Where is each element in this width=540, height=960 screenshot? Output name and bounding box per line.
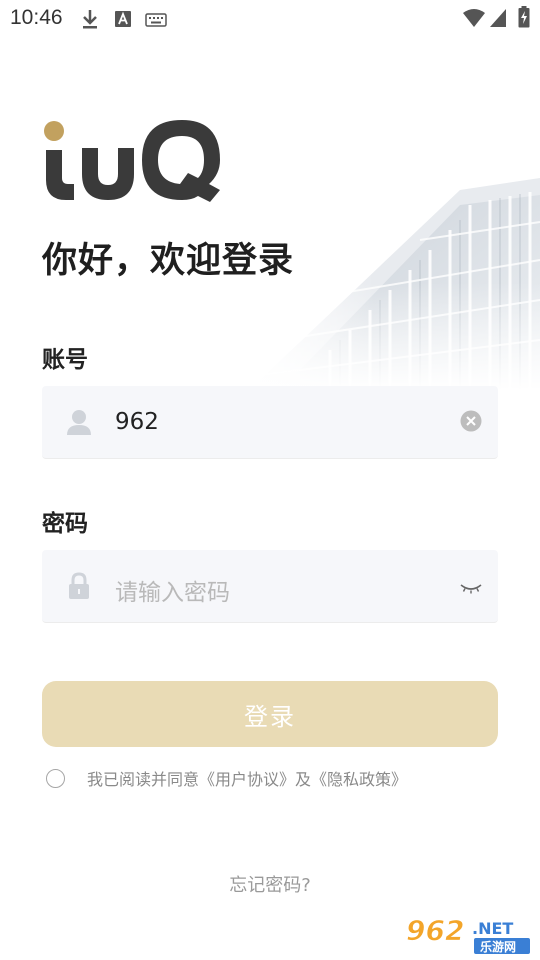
agreement-checkbox[interactable]	[46, 768, 65, 788]
password-input[interactable]: 请输入密码	[115, 573, 230, 607]
site-watermark: 962 .NET 乐游网	[402, 910, 532, 956]
login-button[interactable]: 登录	[42, 681, 498, 747]
agreement-row: 我已阅读并同意《用户协议》及《隐私政策》	[46, 767, 407, 789]
app-logo	[42, 118, 222, 204]
signal-icon	[489, 8, 507, 32]
download-icon	[80, 8, 100, 34]
status-bar: 10:46	[0, 0, 540, 36]
privacy-policy-link[interactable]: 《隐私政策》	[311, 770, 407, 789]
wifi-icon	[462, 8, 486, 32]
agreement-text: 我已阅读并同意《用户协议》及《隐私政策》	[87, 766, 407, 790]
account-label: 账号	[42, 347, 88, 373]
agreement-and: 及	[295, 770, 312, 789]
forgot-password-link[interactable]: 忘记密码?	[0, 871, 540, 897]
lock-icon	[66, 572, 92, 600]
account-field[interactable]: 962	[42, 386, 498, 459]
password-field[interactable]: 请输入密码	[42, 550, 498, 623]
svg-text:962: 962	[406, 914, 464, 947]
eye-closed-icon[interactable]	[460, 580, 482, 599]
svg-text:乐游网: 乐游网	[480, 939, 516, 954]
account-input[interactable]: 962	[115, 409, 159, 435]
keyboard-icon	[145, 12, 167, 31]
user-agreement-link[interactable]: 《用户协议》	[199, 770, 295, 789]
text-a-icon	[114, 10, 132, 32]
clear-icon[interactable]	[460, 410, 482, 436]
user-icon	[66, 408, 92, 436]
password-label: 密码	[42, 511, 88, 537]
battery-charging-icon	[518, 6, 530, 32]
svg-text:.NET: .NET	[472, 919, 513, 938]
status-time: 10:46	[10, 6, 63, 29]
page-title: 你好，欢迎登录	[42, 241, 295, 281]
agreement-prefix: 我已阅读并同意	[87, 770, 200, 789]
